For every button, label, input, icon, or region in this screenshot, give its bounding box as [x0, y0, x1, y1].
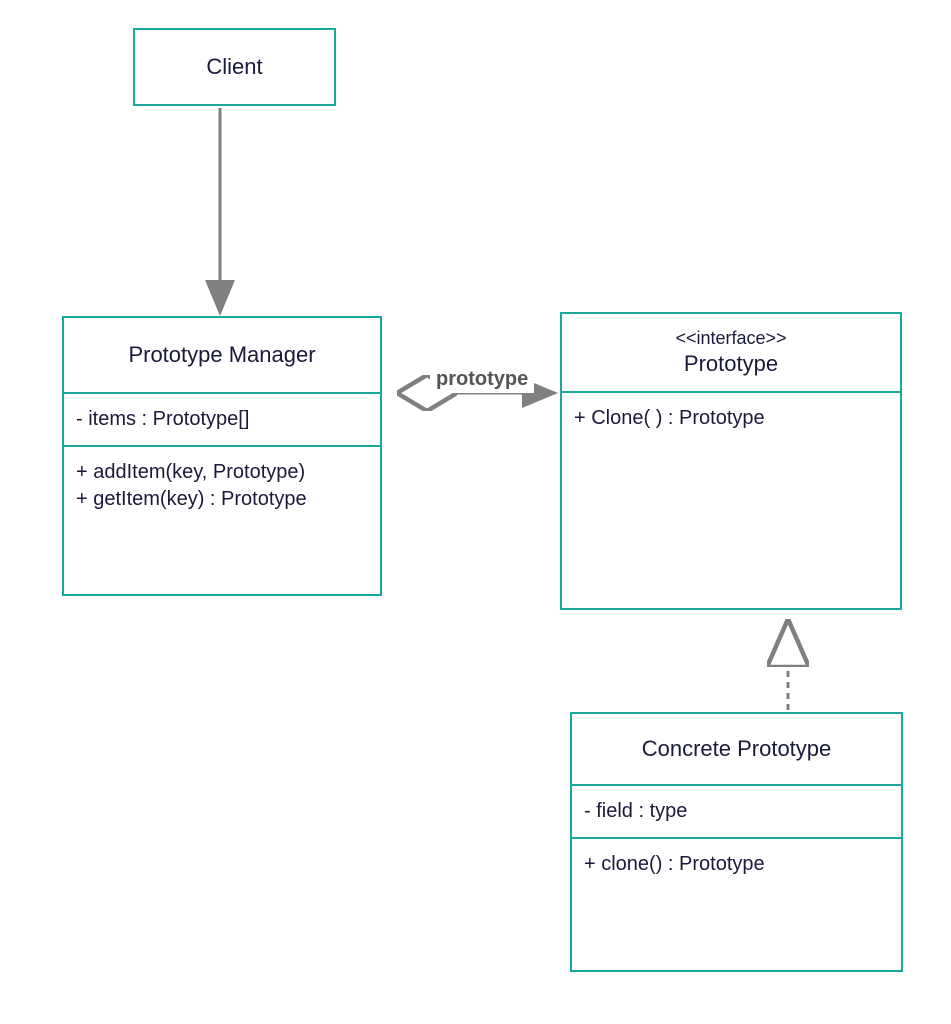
class-title: Concrete Prototype — [572, 714, 901, 786]
attributes-section: - field : type — [572, 786, 901, 839]
class-title: Prototype Manager — [64, 318, 380, 394]
operations-section: + clone() : Prototype — [572, 839, 901, 959]
operation-row: + clone() : Prototype — [584, 853, 889, 876]
class-prototype-interface: <<interface>> Prototype + Clone( ) : Pro… — [560, 312, 902, 610]
attribute-row: - items : Prototype[] — [76, 408, 368, 431]
operations-section: + addItem(key, Prototype) + getItem(key)… — [64, 447, 380, 587]
class-title: <<interface>> Prototype — [562, 314, 900, 393]
operation-row: + Clone( ) : Prototype — [574, 407, 888, 430]
attribute-row: - field : type — [584, 800, 889, 823]
attributes-section: - items : Prototype[] — [64, 394, 380, 447]
class-prototype-manager: Prototype Manager - items : Prototype[] … — [62, 316, 382, 596]
operation-row: + getItem(key) : Prototype — [76, 488, 368, 511]
operation-row: + addItem(key, Prototype) — [76, 461, 368, 484]
association-label: prototype — [430, 366, 534, 393]
class-name: Prototype — [684, 351, 778, 376]
stereotype-label: <<interface>> — [570, 328, 892, 349]
class-title: Client — [135, 30, 334, 104]
operations-section: + Clone( ) : Prototype — [562, 393, 900, 603]
class-client: Client — [133, 28, 336, 106]
class-concrete-prototype: Concrete Prototype - field : type + clon… — [570, 712, 903, 972]
